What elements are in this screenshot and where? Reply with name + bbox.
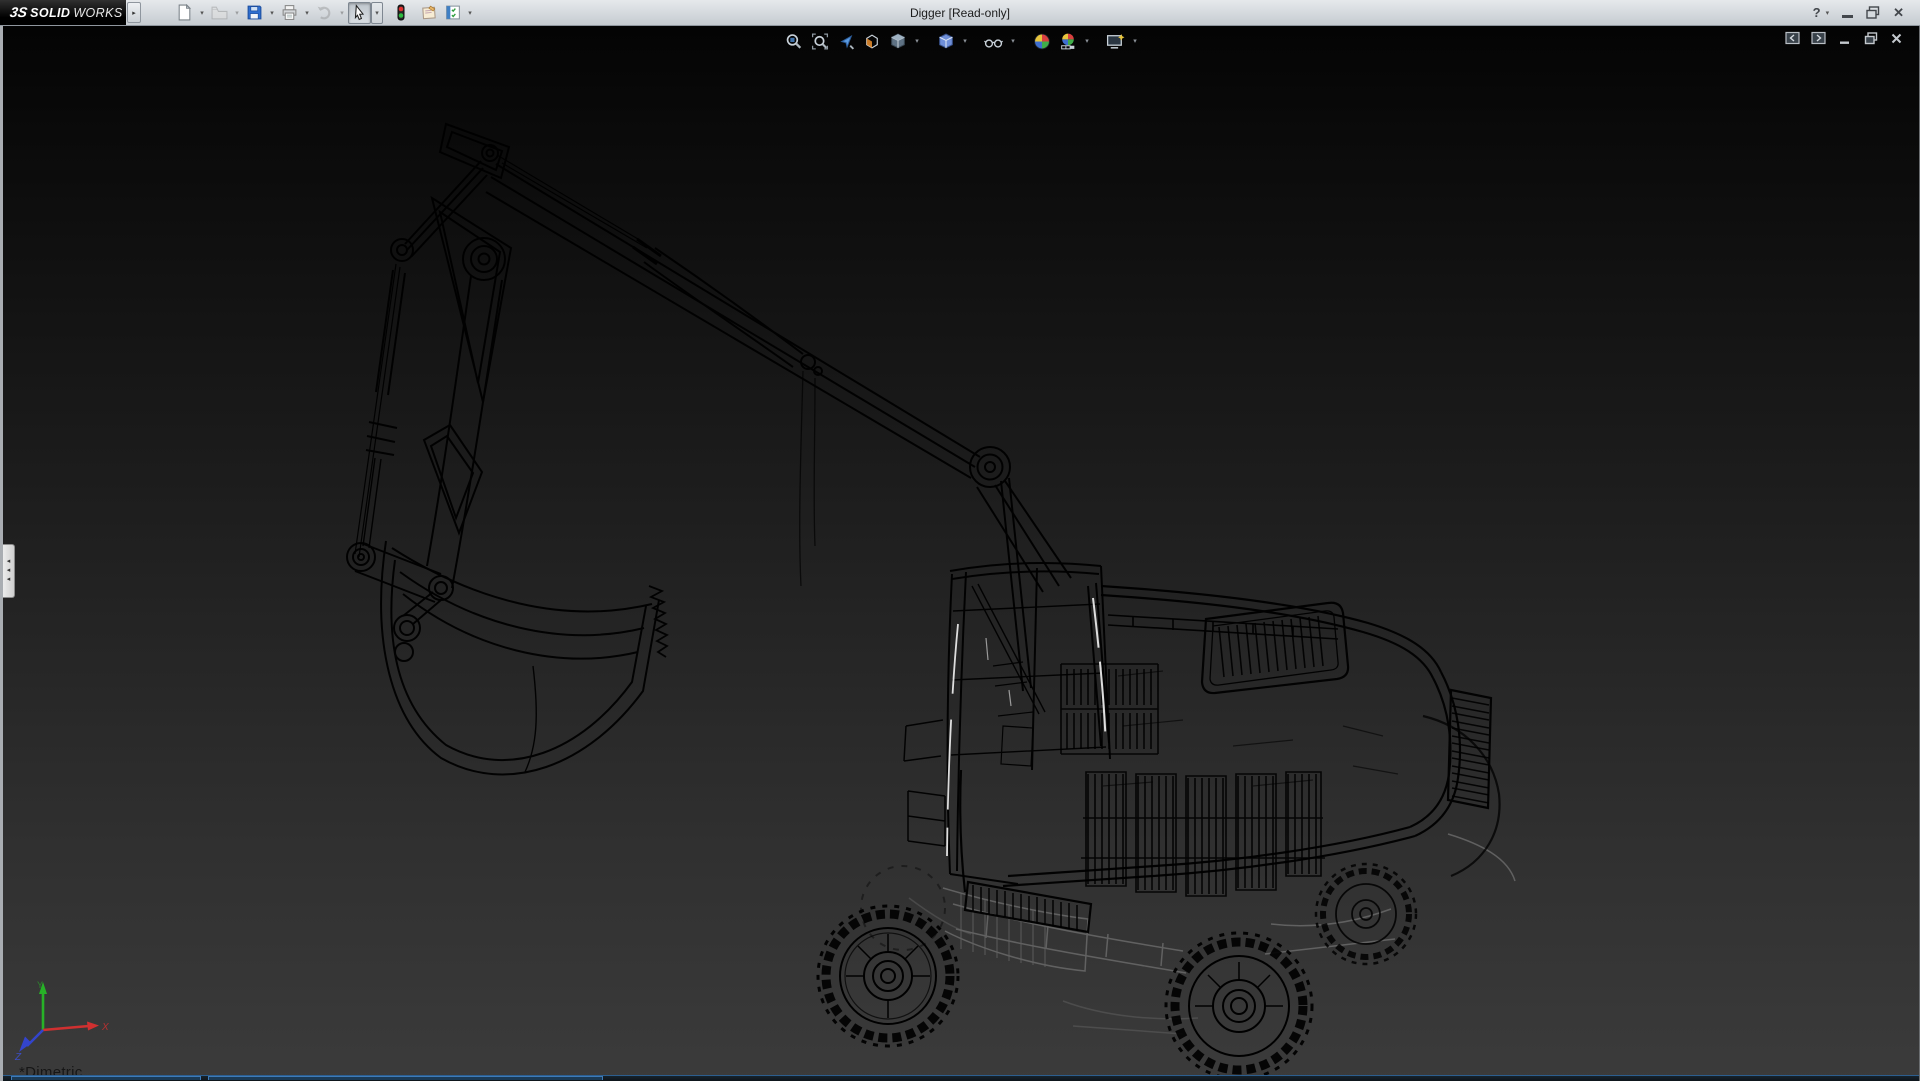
logo-text-works: WORKS	[73, 1, 122, 26]
menu-expand-arrow[interactable]: ▸	[127, 2, 141, 23]
display-style-button[interactable]	[934, 30, 958, 52]
view-orientation-dropdown[interactable]: ▾	[912, 30, 923, 52]
minimize-icon	[1838, 32, 1851, 45]
boom-arm	[355, 124, 1109, 746]
zoom-to-fit-icon	[784, 32, 803, 51]
display-style-dropdown[interactable]: ▾	[960, 30, 971, 52]
wheels	[818, 864, 1416, 1079]
x-axis-arrow	[87, 1022, 99, 1031]
section-view-button[interactable]	[860, 30, 884, 52]
edit-appearance-button[interactable]	[1030, 30, 1054, 52]
open-document-icon	[211, 4, 228, 21]
xpress-products-button[interactable]	[389, 2, 412, 24]
doc-restore-button[interactable]	[1862, 30, 1879, 46]
solidworks-window: 3S SOLIDWORKS ▸ ▾ ▾	[0, 0, 1920, 1080]
save-dropdown[interactable]: ▾	[266, 2, 278, 24]
logo-text-solid: SOLID	[30, 1, 70, 26]
select-cursor-icon	[351, 4, 368, 21]
orientation-triad: Y X Z	[13, 978, 113, 1062]
solidworks-logo: 3S SOLIDWORKS	[0, 0, 126, 25]
options-button[interactable]	[441, 2, 464, 24]
collapse-arrow-icon: ◂	[7, 576, 11, 584]
collapse-left-pane-button[interactable]	[1784, 30, 1801, 46]
hide-show-items-dropdown[interactable]: ▾	[1008, 30, 1019, 52]
help-dropdown[interactable]: ▾	[1826, 9, 1830, 17]
titlebar: 3S SOLIDWORKS ▸ ▾ ▾	[0, 0, 1920, 26]
view-settings-dropdown[interactable]: ▾	[1130, 30, 1141, 52]
print-button[interactable]	[278, 2, 301, 24]
zoom-to-area-button[interactable]	[808, 30, 832, 52]
restore-button[interactable]	[1866, 6, 1880, 19]
new-document-icon	[176, 4, 193, 21]
view-settings-button[interactable]	[1104, 30, 1128, 52]
comment-note-icon	[421, 4, 439, 21]
wheel-front-left	[818, 906, 958, 1046]
apply-scene-dropdown[interactable]: ▾	[1082, 30, 1093, 52]
undo-button[interactable]	[313, 2, 336, 24]
view-orientation-icon	[888, 32, 907, 51]
pane-right-icon	[1811, 31, 1826, 45]
taskbar-edge[interactable]	[3, 1075, 1919, 1081]
document-window-controls	[1784, 30, 1905, 46]
undo-dropdown[interactable]: ▾	[336, 2, 348, 24]
restore-icon	[1864, 32, 1878, 45]
ds-logo-mark: 3S	[8, 0, 30, 25]
open-document-dropdown[interactable]: ▾	[231, 2, 243, 24]
appearance-ball-icon	[1032, 32, 1051, 51]
wheel-rear-right	[1316, 864, 1416, 964]
open-document-button[interactable]	[208, 2, 231, 24]
collapse-arrow-icon: ◂	[7, 558, 11, 566]
close-icon	[1890, 32, 1903, 45]
window-title: Digger [Read-only]	[910, 6, 1010, 20]
minimize-button[interactable]	[1842, 15, 1853, 18]
print-dropdown[interactable]: ▾	[301, 2, 313, 24]
feature-tree-collapsed-tab[interactable]: ◂ ◂ ◂	[3, 544, 15, 598]
previous-view-icon	[836, 32, 855, 51]
select-tool-button[interactable]	[348, 2, 371, 24]
help-button[interactable]: ?	[1813, 5, 1821, 20]
wheel-front-right	[1166, 933, 1312, 1079]
collapse-arrow-icon: ◂	[7, 567, 11, 575]
graphics-viewport[interactable]: ▾ ▾ ▾	[0, 26, 1920, 1081]
chassis-hidden-lines	[909, 834, 1515, 1034]
pane-left-icon	[1785, 31, 1800, 45]
z-axis-arrow	[19, 1037, 32, 1053]
taskbar-button-edge	[11, 1076, 201, 1080]
print-icon	[281, 4, 298, 21]
hide-show-items-button[interactable]	[982, 30, 1006, 52]
main-toolbar: ▾ ▾ ▾	[173, 2, 476, 24]
z-axis-label: Z	[14, 1052, 22, 1062]
previous-view-button[interactable]	[834, 30, 858, 52]
eyeglasses-icon	[984, 32, 1004, 51]
x-axis-label: X	[101, 1022, 109, 1033]
zoom-to-fit-button[interactable]	[782, 30, 806, 52]
new-document-dropdown[interactable]: ▾	[196, 2, 208, 24]
save-icon	[246, 4, 263, 21]
save-button[interactable]	[243, 2, 266, 24]
doc-minimize-button[interactable]	[1836, 30, 1853, 46]
new-document-button[interactable]	[173, 2, 196, 24]
section-view-icon	[862, 32, 881, 51]
options-list-icon	[444, 4, 462, 21]
options-dropdown[interactable]: ▾	[464, 2, 476, 24]
undo-icon	[316, 4, 333, 21]
zoom-to-area-icon	[810, 32, 829, 51]
excavator-wireframe	[3, 26, 1920, 1081]
select-tool-dropdown[interactable]: ▾	[371, 2, 383, 24]
view-orientation-button[interactable]	[886, 30, 910, 52]
apply-scene-button[interactable]	[1056, 30, 1080, 52]
doc-close-button[interactable]	[1888, 30, 1905, 46]
y-axis-label: Y	[37, 980, 43, 990]
display-style-icon	[936, 32, 955, 51]
comment-button[interactable]	[418, 2, 441, 24]
view-settings-icon	[1106, 32, 1126, 51]
taskbar-button-edge	[208, 1076, 603, 1080]
close-button[interactable]: ✕	[1893, 5, 1904, 21]
headsup-toolbar: ▾ ▾ ▾	[782, 30, 1141, 52]
window-controls: ? ▾ ✕	[1813, 5, 1920, 21]
traffic-light-icon	[393, 4, 409, 22]
bucket	[347, 541, 667, 774]
collapse-right-pane-button[interactable]	[1810, 30, 1827, 46]
apply-scene-icon	[1058, 32, 1077, 51]
